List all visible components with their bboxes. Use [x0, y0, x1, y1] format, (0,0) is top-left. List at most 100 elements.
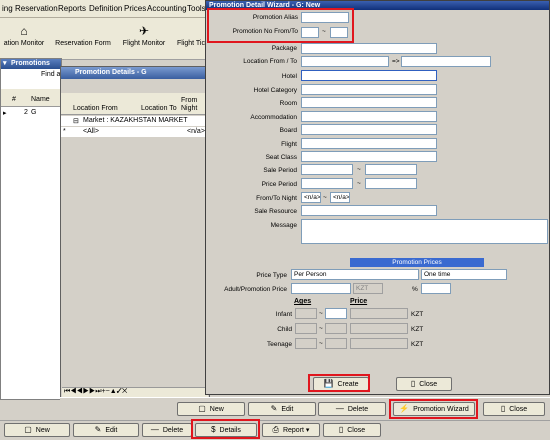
adult-price-input[interactable] — [291, 283, 351, 294]
window-title: Promotion Details - G — [61, 67, 209, 79]
age-row-label: Teenage — [267, 341, 292, 348]
board-label: Board — [279, 127, 297, 134]
highlight-wizard-button — [389, 399, 478, 419]
menu-reports[interactable]: Reports — [58, 4, 86, 13]
chevron-down-icon: ▾ — [303, 427, 310, 434]
menu-prices[interactable]: Prices — [124, 4, 146, 13]
column-header: Location To — [141, 105, 177, 112]
accommodation-input[interactable] — [301, 111, 437, 122]
column-header: # — [12, 96, 16, 103]
menu-item[interactable]: ing — [2, 4, 13, 13]
table-row[interactable]: * <All> <n/a> — [61, 127, 209, 137]
message-textarea[interactable] — [301, 219, 548, 244]
row-number: 2 — [24, 109, 28, 116]
room-input[interactable] — [301, 97, 437, 108]
range-sep: ~ — [357, 180, 361, 187]
reservation-monitor-button[interactable]: ⌂ ation Monitor — [0, 24, 48, 58]
range-sep: ~ — [319, 310, 323, 317]
promotion-details-window: Promotion Details - G Location From Loca… — [60, 66, 210, 400]
price-period-to-input[interactable] — [365, 178, 417, 189]
age-to-input[interactable] — [325, 308, 347, 319]
location-to-input[interactable] — [401, 56, 491, 67]
close-button[interactable]: ▯ Close — [483, 402, 545, 416]
price-type-select[interactable]: Per Person — [291, 269, 419, 280]
sale-period-label: Sale Period — [263, 167, 297, 174]
promotion-wizard-window: Promotion Detail Wizard - G: New Promoti… — [205, 0, 550, 395]
delete-icon: — — [150, 425, 159, 434]
airplane-icon: ✈ — [138, 24, 150, 38]
price-input — [350, 338, 408, 349]
flight-label: Flight — [281, 141, 297, 148]
prices-header: Promotion Prices — [350, 258, 484, 267]
highlight-details-button — [191, 419, 260, 439]
location-from-input[interactable] — [301, 56, 389, 67]
sale-resource-input[interactable] — [301, 205, 437, 216]
flight-input[interactable] — [301, 138, 437, 149]
collapse-icon[interactable]: ⊟ — [73, 117, 79, 125]
report-button[interactable]: ⎙ Report ▾ — [262, 423, 320, 437]
edit-icon: ✎ — [270, 404, 278, 413]
percent-sign: % — [412, 286, 418, 293]
menu-reservation[interactable]: Reservation — [15, 4, 58, 13]
hotel-label: Hotel — [281, 73, 297, 80]
price-period-label: Price Period — [261, 181, 297, 188]
table-row[interactable]: ▸ 2 G — [1, 108, 61, 118]
night-from-input[interactable]: <n/a> — [301, 192, 321, 203]
price-input — [350, 308, 408, 319]
menu-tools[interactable]: Tools — [187, 4, 206, 13]
new-button[interactable]: ▢ New — [177, 402, 245, 416]
sale-period-from-input[interactable] — [301, 164, 353, 175]
delete-button[interactable]: — Delete — [318, 402, 386, 416]
edit-button[interactable]: ✎ Edit — [73, 423, 139, 437]
hotel-input[interactable] — [301, 70, 437, 81]
currency-field: KZT — [353, 283, 383, 294]
delete-button[interactable]: — Delete — [142, 423, 192, 437]
package-input[interactable] — [301, 43, 437, 54]
column-header: Location From — [73, 105, 118, 112]
close-button[interactable]: ▯ Close — [323, 423, 381, 437]
ages-header: Ages — [294, 298, 312, 305]
percent-input[interactable] — [421, 283, 451, 294]
group-row[interactable]: ⊟ Market : KAZAKHSTAN MARKET — [61, 116, 209, 126]
row-from: <All> — [83, 128, 99, 135]
price-period-from-input[interactable] — [301, 178, 353, 189]
edit-icon: ✎ — [94, 425, 102, 434]
message-label: Message — [270, 222, 297, 229]
seat-class-input[interactable] — [301, 151, 437, 162]
menu-accounting[interactable]: Accounting — [147, 4, 187, 13]
door-icon: ▯ — [500, 404, 506, 413]
price-type-select-2[interactable]: One time — [421, 269, 507, 280]
new-icon: ▢ — [198, 404, 206, 413]
window-title: ▾ Promotions — [1, 59, 61, 69]
sale-resource-label: Sale Resource — [254, 208, 297, 215]
night-to-input[interactable]: <n/a> — [330, 192, 350, 203]
flight-monitor-button[interactable]: ✈ Flight Monitor — [120, 24, 168, 58]
range-sep: ~ — [323, 194, 327, 201]
toolbar-label: Flight Tic — [176, 40, 205, 47]
row-indicator: * — [63, 128, 66, 135]
menu-definition[interactable]: Definition — [89, 4, 122, 13]
highlight-alias-fields — [207, 8, 354, 43]
window-title-text: Promotions — [11, 60, 50, 67]
grid-navigator[interactable]: ⏮◀◀▶▶⏭+−▲✓✕ — [62, 387, 208, 397]
wizard-close-button[interactable]: ▯ Close — [396, 377, 452, 391]
column-header: From Night — [181, 97, 198, 112]
age-row-label: Infant — [275, 311, 292, 318]
seat-class-label: Seat Class — [265, 154, 297, 161]
edit-button[interactable]: ✎ Edit — [248, 402, 316, 416]
toolbar-label: Flight Monitor — [122, 40, 166, 47]
printer-icon: ⎙ — [272, 425, 279, 434]
home-icon: ⌂ — [20, 24, 28, 38]
new-icon: ▢ — [24, 425, 32, 434]
sale-period-to-input[interactable] — [365, 164, 417, 175]
price-input — [350, 323, 408, 334]
board-input[interactable] — [301, 124, 437, 135]
hotel-category-input[interactable] — [301, 84, 437, 95]
find-label: Find a — [41, 71, 61, 78]
door-icon: ▯ — [338, 425, 344, 434]
promotions-window: ▾ Promotions Find a # Name ▸ 2 G — [0, 58, 62, 400]
navigator-buttons-icon[interactable]: ⏮◀◀▶▶⏭+−▲✓✕ — [64, 388, 127, 396]
adult-price-label: Adult/Promotion Price — [224, 286, 287, 293]
new-button[interactable]: ▢ New — [4, 423, 70, 437]
range-sep: ~ — [319, 325, 323, 332]
